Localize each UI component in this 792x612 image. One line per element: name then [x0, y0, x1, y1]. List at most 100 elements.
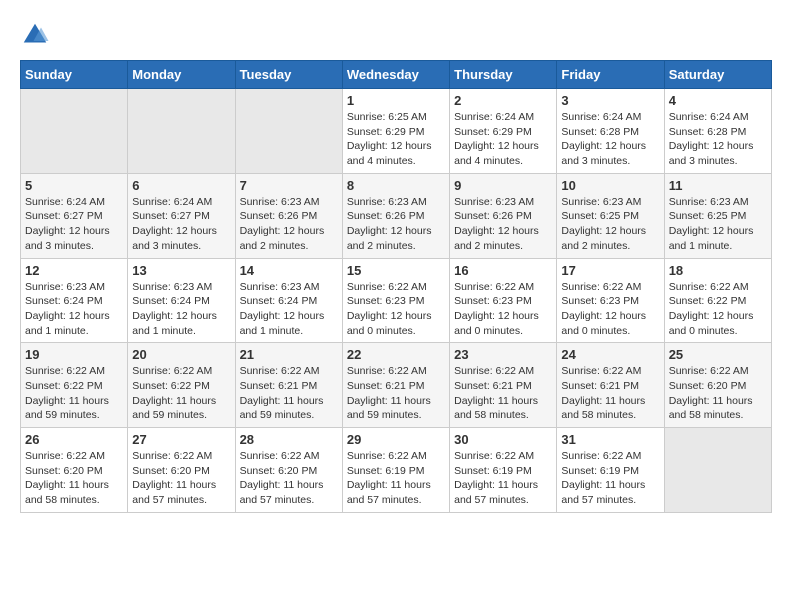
day-info: Sunrise: 6:23 AM Sunset: 6:26 PM Dayligh…: [240, 195, 338, 254]
weekday-header: Friday: [557, 61, 664, 89]
calendar-cell: 22 Sunrise: 6:22 AM Sunset: 6:21 PM Dayli…: [342, 343, 449, 428]
calendar-week-row: 12 Sunrise: 6:23 AM Sunset: 6:24 PM Dayli…: [21, 258, 772, 343]
day-info: Sunrise: 6:22 AM Sunset: 6:19 PM Dayligh…: [454, 449, 552, 508]
day-info: Sunrise: 6:23 AM Sunset: 6:26 PM Dayligh…: [347, 195, 445, 254]
day-number: 17: [561, 263, 659, 278]
calendar-cell: 8 Sunrise: 6:23 AM Sunset: 6:26 PM Daylig…: [342, 173, 449, 258]
day-info: Sunrise: 6:22 AM Sunset: 6:22 PM Dayligh…: [25, 364, 123, 423]
day-number: 19: [25, 347, 123, 362]
page-header: [20, 20, 772, 50]
day-number: 25: [669, 347, 767, 362]
calendar-cell: [128, 89, 235, 174]
calendar-cell: [21, 89, 128, 174]
day-info: Sunrise: 6:24 AM Sunset: 6:29 PM Dayligh…: [454, 110, 552, 169]
calendar-cell: 1 Sunrise: 6:25 AM Sunset: 6:29 PM Daylig…: [342, 89, 449, 174]
weekday-header: Wednesday: [342, 61, 449, 89]
day-info: Sunrise: 6:24 AM Sunset: 6:28 PM Dayligh…: [561, 110, 659, 169]
calendar-cell: 2Sunrise: 6:24 AM Sunset: 6:29 PM Daylig…: [450, 89, 557, 174]
day-info: Sunrise: 6:22 AM Sunset: 6:23 PM Dayligh…: [454, 280, 552, 339]
day-number: 5: [25, 178, 123, 193]
calendar-cell: 26 Sunrise: 6:22 AM Sunset: 6:20 PM Dayli…: [21, 428, 128, 513]
day-number: 6: [132, 178, 230, 193]
calendar-cell: [664, 428, 771, 513]
day-info: Sunrise: 6:22 AM Sunset: 6:20 PM Dayligh…: [669, 364, 767, 423]
calendar-cell: 28Sunrise: 6:22 AM Sunset: 6:20 PM Dayli…: [235, 428, 342, 513]
calendar-cell: [235, 89, 342, 174]
calendar-cell: 10 Sunrise: 6:23 AM Sunset: 6:25 PM Dayli…: [557, 173, 664, 258]
day-info: Sunrise: 6:22 AM Sunset: 6:19 PM Dayligh…: [347, 449, 445, 508]
calendar-cell: 24 Sunrise: 6:22 AM Sunset: 6:21 PM Dayli…: [557, 343, 664, 428]
day-info: Sunrise: 6:23 AM Sunset: 6:25 PM Dayligh…: [669, 195, 767, 254]
weekday-header: Monday: [128, 61, 235, 89]
calendar-cell: 12 Sunrise: 6:23 AM Sunset: 6:24 PM Dayli…: [21, 258, 128, 343]
day-number: 3: [561, 93, 659, 108]
day-number: 21: [240, 347, 338, 362]
calendar-cell: 16 Sunrise: 6:22 AM Sunset: 6:23 PM Dayli…: [450, 258, 557, 343]
weekday-header: Tuesday: [235, 61, 342, 89]
calendar-cell: 27Sunrise: 6:22 AM Sunset: 6:20 PM Dayli…: [128, 428, 235, 513]
day-number: 11: [669, 178, 767, 193]
day-number: 24: [561, 347, 659, 362]
day-info: Sunrise: 6:22 AM Sunset: 6:21 PM Dayligh…: [347, 364, 445, 423]
day-info: Sunrise: 6:23 AM Sunset: 6:24 PM Dayligh…: [240, 280, 338, 339]
weekday-header: Thursday: [450, 61, 557, 89]
calendar-cell: 14 Sunrise: 6:23 AM Sunset: 6:24 PM Dayli…: [235, 258, 342, 343]
day-info: Sunrise: 6:24 AM Sunset: 6:28 PM Dayligh…: [669, 110, 767, 169]
day-number: 10: [561, 178, 659, 193]
day-number: 14: [240, 263, 338, 278]
calendar-cell: 25 Sunrise: 6:22 AM Sunset: 6:20 PM Dayli…: [664, 343, 771, 428]
day-info: Sunrise: 6:24 AM Sunset: 6:27 PM Dayligh…: [132, 195, 230, 254]
calendar-cell: 5 Sunrise: 6:24 AM Sunset: 6:27 PM Daylig…: [21, 173, 128, 258]
weekday-header: Sunday: [21, 61, 128, 89]
logo-icon: [20, 20, 50, 50]
calendar-cell: 29 Sunrise: 6:22 AM Sunset: 6:19 PM Dayli…: [342, 428, 449, 513]
calendar-cell: 20Sunrise: 6:22 AM Sunset: 6:22 PM Dayli…: [128, 343, 235, 428]
day-info: Sunrise: 6:25 AM Sunset: 6:29 PM Dayligh…: [347, 110, 445, 169]
day-number: 22: [347, 347, 445, 362]
calendar-cell: 7 Sunrise: 6:23 AM Sunset: 6:26 PM Daylig…: [235, 173, 342, 258]
day-info: Sunrise: 6:22 AM Sunset: 6:22 PM Dayligh…: [132, 364, 230, 423]
day-info: Sunrise: 6:23 AM Sunset: 6:24 PM Dayligh…: [25, 280, 123, 339]
day-info: Sunrise: 6:22 AM Sunset: 6:19 PM Dayligh…: [561, 449, 659, 508]
day-number: 23: [454, 347, 552, 362]
weekday-header-row: SundayMondayTuesdayWednesdayThursdayFrid…: [21, 61, 772, 89]
day-number: 31: [561, 432, 659, 447]
calendar-cell: 21 Sunrise: 6:22 AM Sunset: 6:21 PM Dayli…: [235, 343, 342, 428]
calendar-week-row: 1 Sunrise: 6:25 AM Sunset: 6:29 PM Daylig…: [21, 89, 772, 174]
calendar-cell: 4 Sunrise: 6:24 AM Sunset: 6:28 PM Daylig…: [664, 89, 771, 174]
day-info: Sunrise: 6:23 AM Sunset: 6:24 PM Dayligh…: [132, 280, 230, 339]
day-info: Sunrise: 6:22 AM Sunset: 6:21 PM Dayligh…: [240, 364, 338, 423]
day-info: Sunrise: 6:23 AM Sunset: 6:25 PM Dayligh…: [561, 195, 659, 254]
calendar-cell: 3 Sunrise: 6:24 AM Sunset: 6:28 PM Daylig…: [557, 89, 664, 174]
day-info: Sunrise: 6:22 AM Sunset: 6:23 PM Dayligh…: [561, 280, 659, 339]
day-number: 26: [25, 432, 123, 447]
calendar-week-row: 5 Sunrise: 6:24 AM Sunset: 6:27 PM Daylig…: [21, 173, 772, 258]
day-number: 8: [347, 178, 445, 193]
day-number: 7: [240, 178, 338, 193]
calendar-cell: 6 Sunrise: 6:24 AM Sunset: 6:27 PM Daylig…: [128, 173, 235, 258]
day-info: Sunrise: 6:23 AM Sunset: 6:26 PM Dayligh…: [454, 195, 552, 254]
day-number: 29: [347, 432, 445, 447]
day-number: 27: [132, 432, 230, 447]
day-number: 4: [669, 93, 767, 108]
calendar-cell: 30Sunrise: 6:22 AM Sunset: 6:19 PM Dayli…: [450, 428, 557, 513]
day-info: Sunrise: 6:22 AM Sunset: 6:20 PM Dayligh…: [25, 449, 123, 508]
calendar-week-row: 26 Sunrise: 6:22 AM Sunset: 6:20 PM Dayli…: [21, 428, 772, 513]
day-number: 16: [454, 263, 552, 278]
calendar-cell: 19 Sunrise: 6:22 AM Sunset: 6:22 PM Dayli…: [21, 343, 128, 428]
calendar-cell: 31 Sunrise: 6:22 AM Sunset: 6:19 PM Dayli…: [557, 428, 664, 513]
calendar-cell: 18Sunrise: 6:22 AM Sunset: 6:22 PM Dayli…: [664, 258, 771, 343]
day-number: 1: [347, 93, 445, 108]
calendar-cell: 9 Sunrise: 6:23 AM Sunset: 6:26 PM Daylig…: [450, 173, 557, 258]
calendar-cell: 23 Sunrise: 6:22 AM Sunset: 6:21 PM Dayli…: [450, 343, 557, 428]
day-info: Sunrise: 6:22 AM Sunset: 6:21 PM Dayligh…: [561, 364, 659, 423]
day-number: 15: [347, 263, 445, 278]
day-info: Sunrise: 6:24 AM Sunset: 6:27 PM Dayligh…: [25, 195, 123, 254]
calendar-cell: 11 Sunrise: 6:23 AM Sunset: 6:25 PM Dayli…: [664, 173, 771, 258]
day-number: 12: [25, 263, 123, 278]
day-number: 28: [240, 432, 338, 447]
day-number: 18: [669, 263, 767, 278]
day-info: Sunrise: 6:22 AM Sunset: 6:21 PM Dayligh…: [454, 364, 552, 423]
logo: [20, 20, 54, 50]
day-number: 9: [454, 178, 552, 193]
